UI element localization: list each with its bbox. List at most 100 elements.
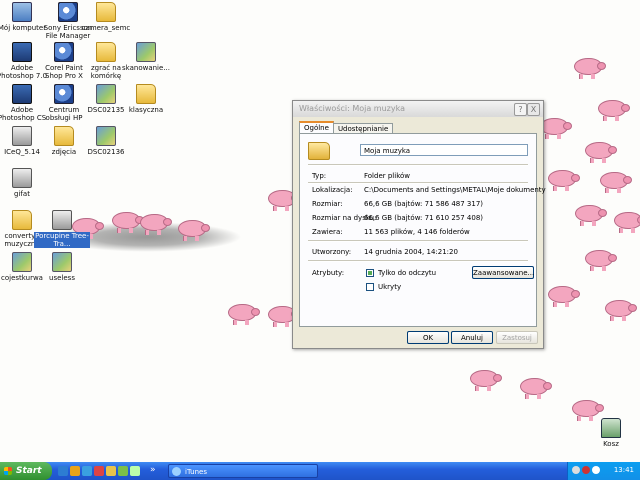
recycle-bin-icon	[601, 418, 621, 438]
hidden-checkbox[interactable]	[366, 283, 374, 291]
cancel-button[interactable]: Anuluj	[451, 331, 493, 344]
divider	[308, 182, 528, 184]
tray-icon[interactable]	[582, 466, 590, 474]
contains-value: 11 563 plików, 4 146 folderów	[364, 228, 470, 236]
wallpaper-pig	[548, 170, 580, 191]
type-row: Typ: Folder plików	[312, 172, 410, 180]
photoshop-icon	[12, 42, 32, 62]
desktop-icon-camera-semc[interactable]: camera_semc	[78, 2, 134, 32]
type-label: Typ:	[312, 172, 327, 180]
folder-icon	[96, 2, 116, 22]
program-icon	[12, 168, 32, 188]
help-button[interactable]: ?	[514, 103, 527, 116]
taskbar-button-label: iTunes	[185, 468, 207, 476]
itunes-icon	[172, 467, 181, 476]
tab-general[interactable]: Ogólne	[299, 121, 334, 133]
dialog-titlebar[interactable]: Właściwości: Moja muzyka ? X	[293, 101, 543, 117]
created-row: Utworzony: 14 grudnia 2004, 14:21:20	[312, 248, 458, 256]
folder-icon	[136, 84, 156, 104]
folder-name-input[interactable]: Moja muzyka	[360, 144, 528, 156]
wallpaper-pig	[572, 400, 604, 421]
wallpaper-pig	[605, 300, 637, 321]
photoshop-icon	[12, 84, 32, 104]
desktop-icon-skanowanie[interactable]: skanowanie...	[118, 42, 174, 72]
start-button[interactable]: Start	[0, 462, 52, 480]
divider	[308, 240, 528, 242]
quick-launch-ie-icon[interactable]	[58, 466, 68, 476]
wallpaper-pig	[112, 212, 144, 233]
image-file-icon	[52, 252, 72, 272]
quick-launch-messenger-icon[interactable]	[82, 466, 92, 476]
audio-file-icon	[52, 210, 72, 230]
divider	[308, 260, 528, 262]
image-file-icon	[136, 42, 156, 62]
wallpaper-pig	[585, 142, 617, 163]
wallpaper-pig	[598, 100, 630, 121]
folder-icon	[96, 42, 116, 62]
location-label: Lokalizacja:	[312, 186, 353, 194]
start-label: Start	[16, 466, 42, 476]
file-manager-icon	[58, 2, 78, 22]
desktop-icon-klasyczna[interactable]: klasyczna	[118, 84, 174, 114]
folder-icon	[12, 210, 32, 230]
size-value: 66,6 GB (bajtów: 71 586 487 317)	[364, 200, 484, 208]
size-on-disk-row: Rozmiar na dysku: 66,6 GB (bajtów: 71 61…	[312, 214, 483, 222]
desktop-icon-useless[interactable]: useless	[34, 252, 90, 282]
dialog-title: Właściwości: Moja muzyka	[299, 104, 405, 113]
general-panel: Moja muzyka Typ: Folder plików Lokalizac…	[299, 133, 546, 327]
wallpaper-pig	[575, 205, 607, 226]
quick-launch-firefox-icon[interactable]	[70, 466, 80, 476]
desktop-icon-recycle-bin[interactable]: Kosz	[583, 418, 639, 448]
desktop-icon-gifat[interactable]: gifat	[0, 168, 50, 198]
desktop-icon-dsc02136[interactable]: DSC02136	[78, 126, 134, 156]
quick-launch-more[interactable]: »	[150, 465, 156, 475]
tray-icon[interactable]	[572, 466, 580, 474]
windows-logo-icon	[4, 467, 12, 475]
created-value: 14 grudnia 2004, 14:21:20	[364, 248, 458, 256]
taskbar-button-itunes[interactable]: iTunes	[168, 464, 318, 478]
quick-launch-app-icon[interactable]	[118, 466, 128, 476]
wallpaper-pig	[140, 214, 172, 235]
image-file-icon	[12, 252, 32, 272]
desktop-icon-label: gifat	[14, 190, 30, 198]
attributes-label: Atrybuty:	[312, 269, 345, 277]
desktop-icon-label: klasyczna	[128, 106, 164, 114]
quick-launch-desktop-icon[interactable]	[130, 466, 140, 476]
location-row: Lokalizacja: C:\Documents and Settings\M…	[312, 186, 546, 194]
advanced-button[interactable]: Zaawansowane...	[472, 266, 534, 279]
wallpaper-pig	[178, 220, 210, 241]
quick-launch-folder-icon[interactable]	[106, 466, 116, 476]
ok-button[interactable]: OK	[407, 331, 449, 344]
clock: 13:41	[613, 466, 634, 474]
hidden-label: Ukryty	[378, 283, 402, 291]
taskbar: Start » iTunes 13:41	[0, 462, 640, 480]
desktop-icon-porcupine-tree[interactable]: Porcupine Tree-Tra...	[34, 210, 90, 248]
wallpaper-pig	[548, 286, 580, 307]
attributes-row: Atrybuty:	[312, 269, 344, 277]
contains-row: Zawiera: 11 563 plików, 4 146 folderów	[312, 228, 470, 236]
folder-icon	[308, 142, 330, 160]
desktop-icon-label: camera_semc	[81, 24, 131, 32]
desktop: Mój komputer Sony Ericsson File Manager …	[0, 0, 640, 462]
program-icon	[12, 126, 32, 146]
paint-shop-icon	[54, 42, 74, 62]
tray-icon[interactable]	[592, 466, 600, 474]
properties-dialog: Właściwości: Moja muzyka ? X Ogólne Udost…	[292, 100, 546, 349]
wallpaper-pig	[540, 118, 572, 139]
hp-icon	[54, 84, 74, 104]
computer-icon	[12, 2, 32, 22]
wallpaper-pig	[520, 378, 552, 399]
image-file-icon	[96, 126, 116, 146]
apply-button[interactable]: Zastosuj	[496, 331, 538, 344]
wallpaper-pig	[614, 212, 640, 233]
desktop-icon-label: Porcupine Tree-Tra...	[34, 232, 90, 248]
wallpaper-pig	[600, 172, 632, 193]
size-row: Rozmiar: 66,6 GB (bajtów: 71 586 487 317…	[312, 200, 483, 208]
desktop-icon-label: DSC02136	[87, 148, 125, 156]
divider	[308, 164, 528, 166]
readonly-checkbox[interactable]	[366, 269, 374, 277]
created-label: Utworzony:	[312, 248, 352, 256]
quick-launch-media-icon[interactable]	[94, 466, 104, 476]
folder-icon	[54, 126, 74, 146]
close-button[interactable]: X	[527, 103, 540, 116]
